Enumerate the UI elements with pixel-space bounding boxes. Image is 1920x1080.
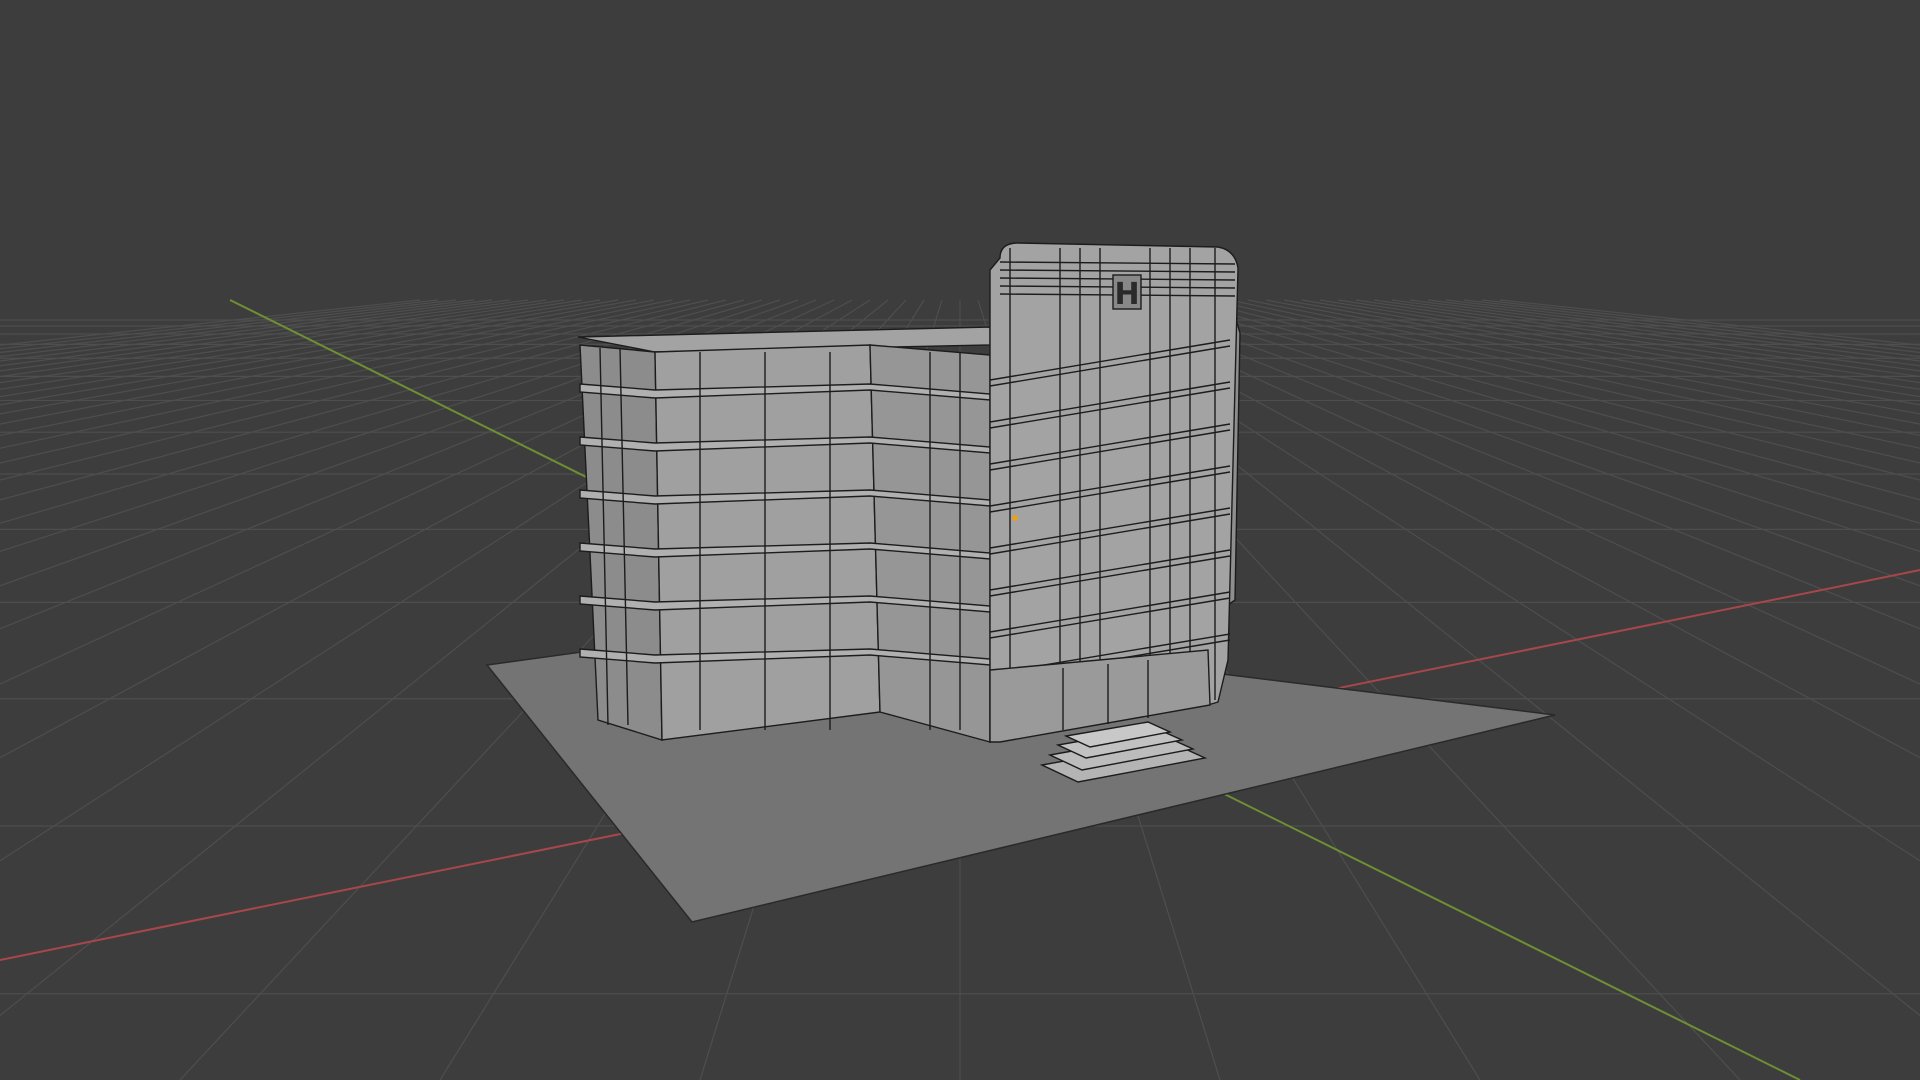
left-wing-front-face xyxy=(654,344,881,741)
3d-viewport[interactable]: H xyxy=(0,0,1920,1080)
hotel-sign-letter: H xyxy=(1114,277,1139,312)
object-origin-dot[interactable] xyxy=(1012,515,1018,521)
viewport-canvas[interactable]: H xyxy=(0,0,1920,1080)
